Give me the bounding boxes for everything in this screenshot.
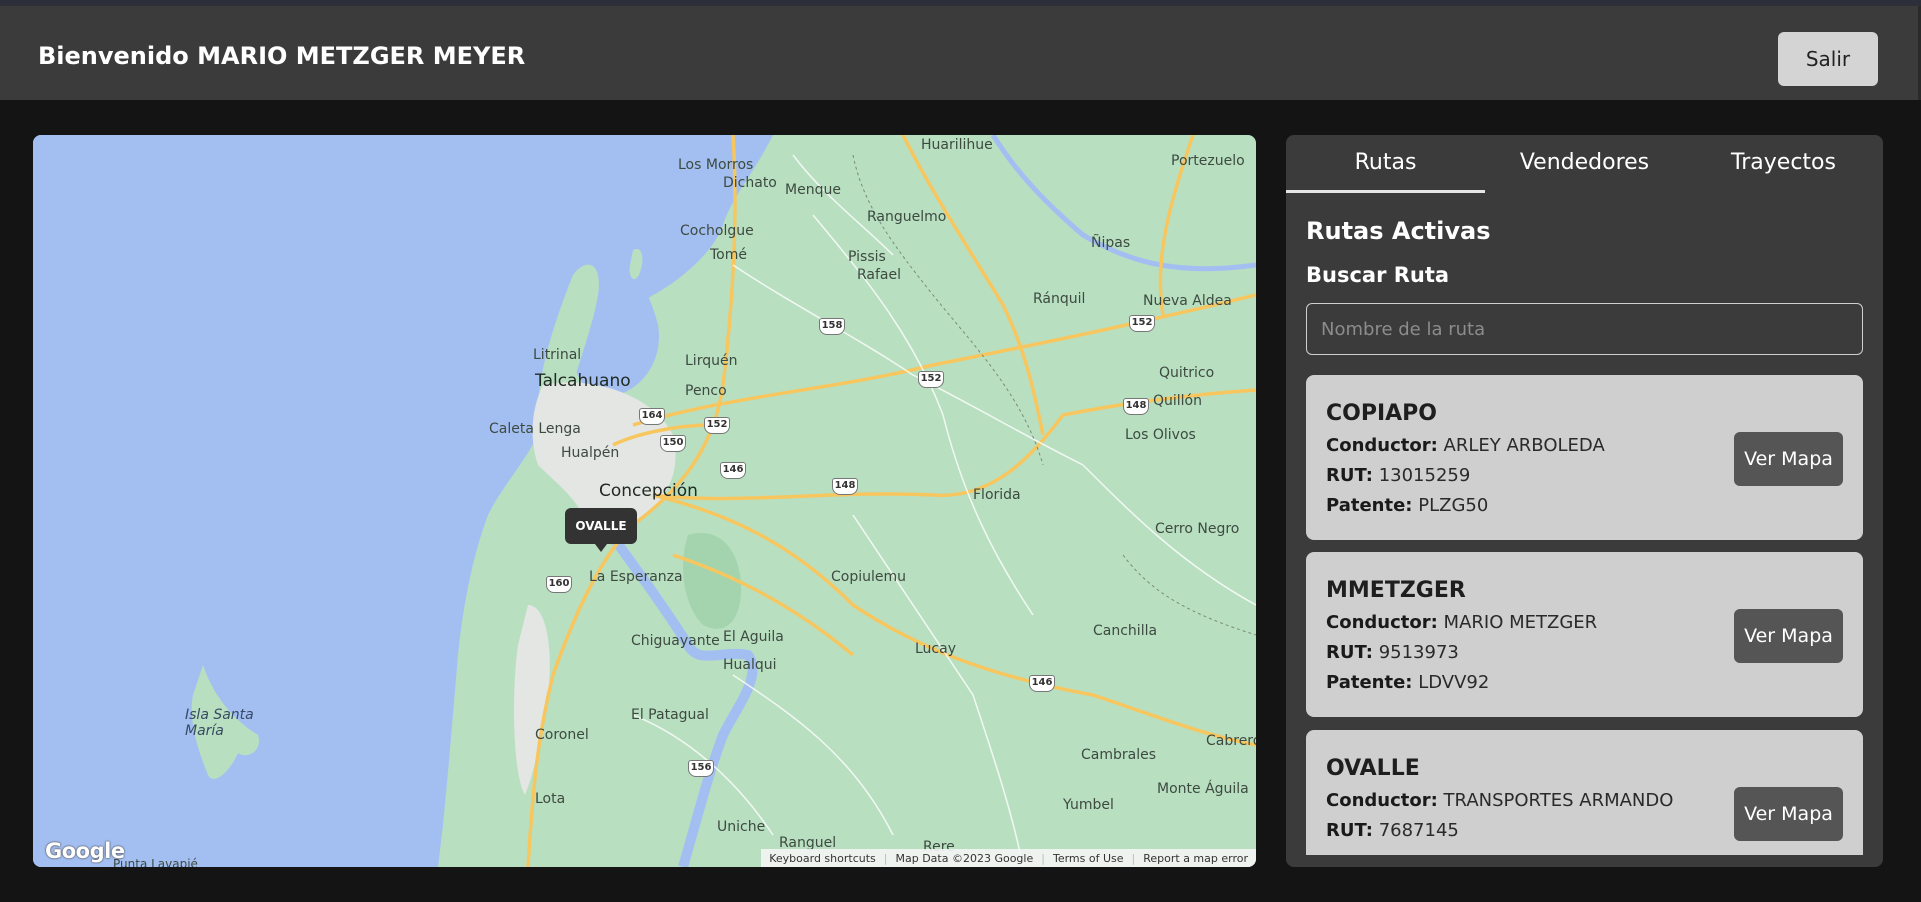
route-name: OVALLE — [1326, 756, 1420, 781]
tab-vendedores[interactable]: Vendedores — [1485, 135, 1684, 193]
place-label: Cerro Negro — [1155, 521, 1240, 537]
place-label: El Aguila — [723, 629, 784, 645]
place-label: Cocholgue — [680, 223, 754, 239]
route-marker[interactable]: OVALLE — [565, 508, 637, 552]
place-label: Copiulemu — [831, 569, 907, 585]
route-rut: RUT: 7687145 — [1326, 820, 1459, 841]
route-shield: 146 — [720, 462, 746, 479]
search-label: Buscar Ruta — [1306, 263, 1450, 287]
map-data-text: Map Data ©2023 Google — [895, 851, 1034, 865]
terms-of-use-link[interactable]: Terms of Use — [1053, 852, 1124, 865]
place-label: Lucay — [915, 641, 956, 657]
route-driver: Conductor: TRANSPORTES ARMANDO — [1326, 790, 1674, 811]
view-map-button[interactable]: Ver Mapa — [1734, 432, 1843, 486]
route-plate: Patente: PLZG50 — [1326, 495, 1489, 516]
place-label: La Esperanza — [589, 569, 683, 585]
place-label: Uniche — [717, 819, 766, 835]
place-label: Dichato — [723, 175, 777, 191]
tab-trayectos[interactable]: Trayectos — [1684, 135, 1883, 193]
place-label: Quitrico — [1159, 365, 1215, 381]
route-shield: 160 — [546, 576, 572, 593]
route-shield: 148 — [832, 478, 858, 495]
place-label: Monte Águila — [1157, 781, 1249, 797]
google-logo: Google — [45, 839, 125, 863]
place-label: Lirquén — [685, 353, 738, 369]
side-panel: Rutas Vendedores Trayectos Rutas Activas… — [1286, 135, 1883, 867]
route-shield: 150 — [660, 435, 686, 452]
place-label: Ñipas — [1091, 235, 1131, 251]
place-label: Cambrales — [1081, 747, 1157, 763]
place-label: Hualpén — [561, 445, 620, 461]
map-view[interactable]: Los Morros Dichato Menque Huarilihue Por… — [33, 135, 1256, 867]
place-label: Hualqui — [723, 657, 777, 673]
view-map-button[interactable]: Ver Mapa — [1734, 787, 1843, 841]
tab-rutas[interactable]: Rutas — [1286, 135, 1485, 193]
place-label: El Patagual — [631, 707, 709, 723]
place-label: Punta Lavapié — [113, 857, 198, 867]
place-label: Ranguelmo — [867, 209, 947, 225]
place-label: Lota — [535, 791, 566, 807]
urban-coronel — [513, 605, 550, 795]
place-label: Concepción — [599, 481, 698, 501]
place-label: Nueva Aldea — [1143, 293, 1232, 309]
place-label: Isla Santa María — [185, 707, 254, 739]
report-map-error-link[interactable]: Report a map error — [1143, 852, 1248, 865]
route-name: MMETZGER — [1326, 578, 1466, 603]
place-label: Pissis — [848, 249, 886, 265]
place-label: Penco — [685, 383, 727, 399]
route-shield: 152 — [918, 371, 944, 388]
map-graphics — [33, 135, 1256, 867]
route-shield: 146 — [1029, 675, 1055, 692]
place-label: Los Olivos — [1125, 427, 1196, 443]
place-label: Caleta Lenga — [489, 421, 581, 437]
route-list[interactable]: COPIAPO Conductor: ARLEY ARBOLEDA RUT: 1… — [1306, 375, 1863, 855]
route-rut: RUT: 9513973 — [1326, 642, 1459, 663]
route-name: COPIAPO — [1326, 401, 1438, 426]
place-label: Menque — [785, 182, 841, 198]
route-shield: 152 — [704, 417, 730, 434]
place-label: Chiguayante — [631, 633, 720, 649]
map-attribution: Keyboard shortcuts | Map Data ©2023 Goog… — [761, 849, 1256, 867]
place-label: Quillón — [1153, 393, 1202, 409]
view-map-button[interactable]: Ver Mapa — [1734, 609, 1843, 663]
logout-button[interactable]: Salir — [1778, 32, 1878, 86]
route-plate: Patente: LDVV92 — [1326, 672, 1490, 693]
welcome-title: Bienvenido MARIO METZGER MEYER — [38, 42, 526, 70]
route-shield: 164 — [639, 408, 665, 425]
route-driver: Conductor: ARLEY ARBOLEDA — [1326, 435, 1605, 456]
place-label: Portezuelo — [1171, 153, 1245, 169]
place-label: Ránquil — [1033, 291, 1086, 307]
route-card: COPIAPO Conductor: ARLEY ARBOLEDA RUT: 1… — [1306, 375, 1863, 540]
app-header: Bienvenido MARIO METZGER MEYER Salir — [0, 6, 1921, 100]
route-shield: 156 — [688, 760, 714, 777]
route-card: OVALLE Conductor: TRANSPORTES ARMANDO RU… — [1306, 730, 1863, 855]
panel-title: Rutas Activas — [1306, 217, 1491, 245]
place-label: Litrinal — [533, 347, 582, 363]
panel-tabs: Rutas Vendedores Trayectos — [1286, 135, 1883, 193]
place-label: Rafael — [857, 267, 902, 283]
place-label: Coronel — [535, 727, 589, 743]
route-rut: RUT: 13015259 — [1326, 465, 1471, 486]
route-driver: Conductor: MARIO METZGER — [1326, 612, 1598, 633]
place-label: Los Morros — [678, 157, 754, 173]
route-shield: 148 — [1123, 398, 1149, 415]
route-card: MMETZGER Conductor: MARIO METZGER RUT: 9… — [1306, 552, 1863, 717]
place-label: Talcahuano — [535, 371, 631, 391]
route-shield: 152 — [1129, 315, 1155, 332]
place-label: Yumbel — [1063, 797, 1114, 813]
place-label: Huarilihue — [921, 137, 993, 153]
route-shield: 158 — [819, 318, 845, 335]
place-label: Tomé — [710, 247, 747, 263]
place-label: Florida — [973, 487, 1021, 503]
place-label: Canchilla — [1093, 623, 1158, 639]
keyboard-shortcuts-link[interactable]: Keyboard shortcuts — [769, 852, 876, 865]
park — [683, 533, 742, 629]
search-input[interactable] — [1306, 303, 1863, 355]
place-label: Cabrero — [1206, 733, 1256, 749]
